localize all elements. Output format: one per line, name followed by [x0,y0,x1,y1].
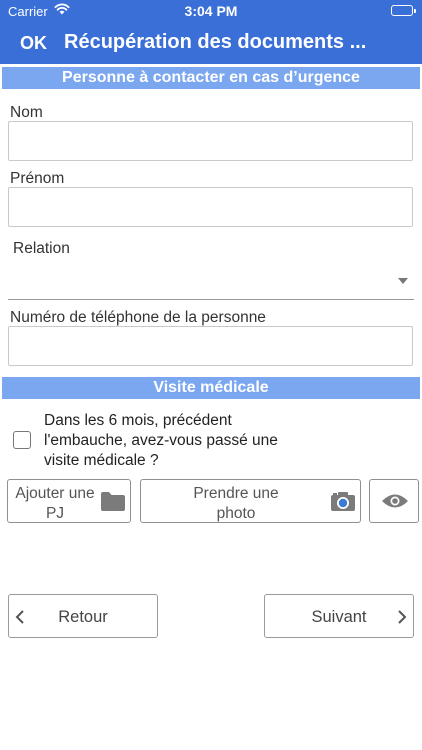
status-bar: Carrier 3:04 PM [0,0,422,22]
view-document-button[interactable] [369,479,419,523]
camera-icon [330,490,356,517]
eye-icon [381,492,409,515]
relation-select[interactable] [8,262,414,300]
clock: 3:04 PM [184,3,238,19]
medical-visit-checkbox[interactable] [13,431,31,449]
prenom-label: Prénom [10,170,65,187]
relation-label: Relation [13,240,70,257]
next-label: Suivant [311,608,367,626]
chevron-right-icon [397,610,407,629]
medical-visit-question: Dans les 6 mois, précédent l'embauche, a… [44,412,278,469]
page-title: Récupération des documents ... [64,31,367,53]
add-attachment-label: Ajouter une PJ [15,485,95,522]
dropdown-arrow-icon [398,278,408,284]
nom-label: Nom [10,104,43,121]
phone-field[interactable] [8,326,413,366]
prenom-field[interactable] [8,187,413,227]
add-attachment-button[interactable]: Ajouter une PJ [7,479,131,523]
next-button[interactable]: Suivant [264,594,414,638]
take-photo-button[interactable]: Prendre une photo [140,479,361,523]
back-button[interactable]: Retour [8,594,158,638]
medical-visit-header: Visite médicale [2,377,420,399]
emergency-contact-header: Personne à contacter en cas d’urgence [2,67,420,89]
back-label: Retour [58,608,108,626]
ok-button[interactable]: OK [20,33,47,54]
phone-label: Numéro de téléphone de la personne [10,309,266,326]
nom-field[interactable] [8,121,413,161]
navigation-bar: OK Récupération des documents ... [0,22,422,64]
folder-icon [100,490,126,517]
battery-icon [391,5,416,16]
relation-underline [8,299,414,300]
take-photo-label: Prendre une photo [193,485,279,522]
